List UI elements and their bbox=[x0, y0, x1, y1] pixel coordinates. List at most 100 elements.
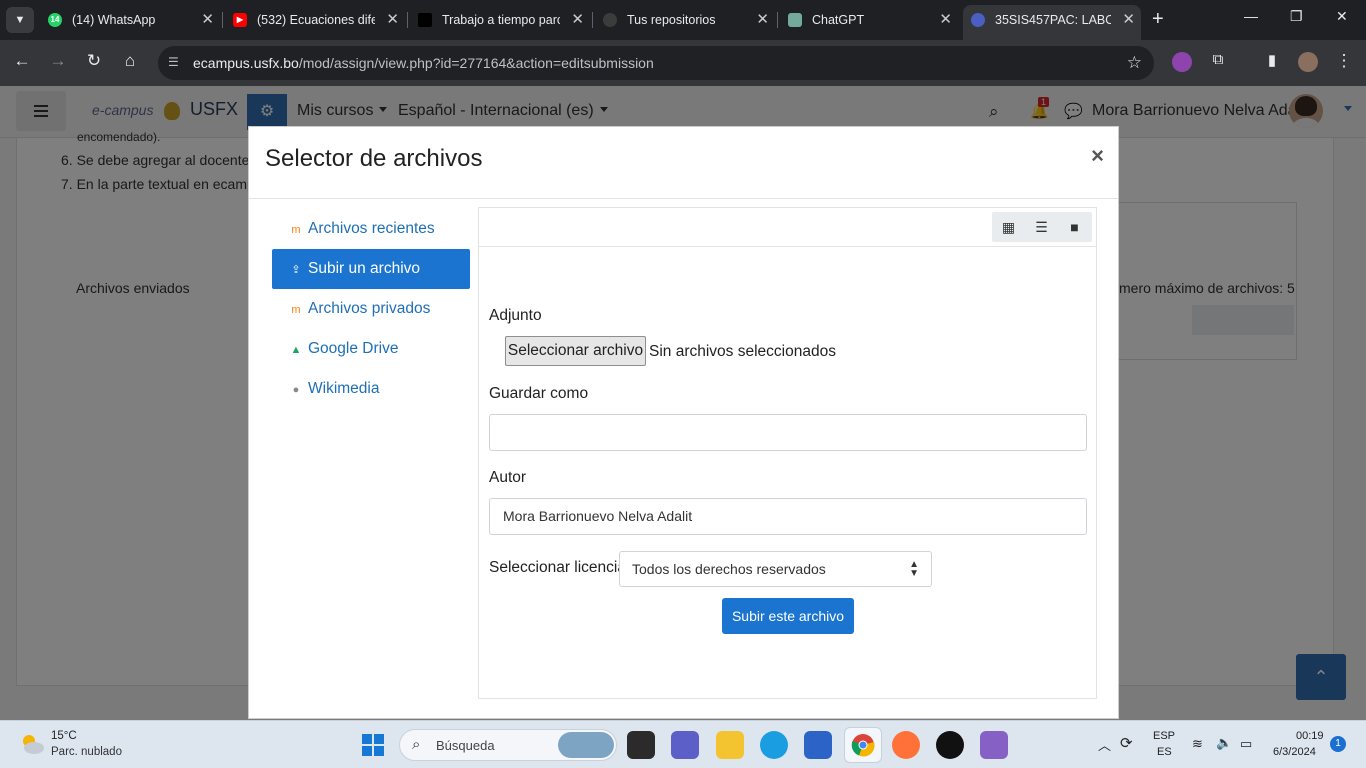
weather-partly-cloudy-icon[interactable] bbox=[18, 731, 46, 757]
close-icon[interactable]: ✕ bbox=[201, 5, 214, 35]
repo-label: Google Drive bbox=[308, 340, 399, 357]
tab-title: (14) WhatsApp bbox=[72, 13, 156, 27]
extensions-puzzle-icon[interactable]: ⧉ bbox=[1206, 51, 1230, 68]
browser-toolbar: ← → ↻ ⌂ ☰ ecampus.usfx.bo/mod/assign/vie… bbox=[0, 40, 1366, 86]
reload-button[interactable]: ↻ bbox=[82, 51, 106, 71]
upload-icon: ⇪ bbox=[291, 264, 301, 276]
volume-icon[interactable]: 🔈 bbox=[1216, 735, 1232, 751]
close-icon[interactable]: ✕ bbox=[386, 5, 399, 35]
upload-file-button[interactable]: Subir este archivo bbox=[722, 598, 854, 634]
microsoft-store-icon[interactable] bbox=[804, 731, 832, 759]
new-tab-button[interactable]: + bbox=[1152, 8, 1164, 31]
select-arrows-icon: ▲ ▼ bbox=[909, 559, 919, 579]
windows-start-icon[interactable] bbox=[362, 734, 384, 756]
license-label: Seleccionar licencia bbox=[489, 559, 626, 576]
repo-google-drive[interactable]: ▲ Google Drive bbox=[272, 329, 470, 369]
moodle-icon: m bbox=[291, 304, 301, 316]
repo-label: Archivos privados bbox=[308, 300, 431, 317]
input-region[interactable]: ES bbox=[1157, 746, 1172, 758]
chrome-icon bbox=[851, 734, 875, 757]
visual-studio-icon[interactable] bbox=[980, 731, 1008, 759]
teams-icon[interactable] bbox=[671, 731, 699, 759]
repo-label: Subir un archivo bbox=[308, 260, 421, 277]
minimize-button[interactable]: — bbox=[1244, 8, 1258, 24]
grid-view-icon[interactable]: ▦ bbox=[992, 212, 1025, 242]
repo-wikimedia[interactable]: ● Wikimedia bbox=[272, 369, 470, 409]
tab-title: 35SIS457PAC: LABOR bbox=[995, 13, 1111, 27]
weather-temperature: 15°C bbox=[51, 730, 77, 742]
folder-view-icon[interactable]: ■ bbox=[1058, 212, 1091, 242]
close-icon[interactable]: × bbox=[1091, 143, 1104, 169]
task-view-icon[interactable] bbox=[627, 731, 655, 759]
weather-description: Parc. nublado bbox=[51, 746, 122, 758]
moodle-icon: m bbox=[291, 224, 301, 236]
repo-upload-file[interactable]: ⇪ Subir un archivo bbox=[272, 249, 470, 289]
search-icon: ⌕ bbox=[412, 736, 421, 753]
restore-button[interactable]: ❐ bbox=[1290, 8, 1303, 25]
extension-icon[interactable] bbox=[1172, 52, 1192, 72]
tab-chatgpt[interactable]: ChatGPT ✕ bbox=[780, 5, 958, 35]
tab-separator bbox=[592, 12, 593, 28]
firefox-icon[interactable] bbox=[892, 731, 920, 759]
tab-ecampus-active[interactable]: 35SIS457PAC: LABOR ✕ bbox=[963, 5, 1141, 40]
back-button[interactable]: ← bbox=[10, 51, 34, 71]
browser-tab-strip: ▼ 14 (14) WhatsApp ✕ ▶ (532) Ecuaciones … bbox=[0, 0, 1366, 40]
taskbar-search[interactable]: ⌕ Búsqueda bbox=[399, 729, 617, 761]
notification-center-badge[interactable]: 1 bbox=[1330, 736, 1346, 752]
whatsapp-icon: 14 bbox=[48, 13, 62, 27]
input-language[interactable]: ESP bbox=[1153, 730, 1175, 742]
tray-overflow-icon[interactable]: ︿ bbox=[1098, 735, 1111, 754]
save-as-label: Guardar como bbox=[489, 385, 589, 402]
repo-label: Wikimedia bbox=[308, 380, 380, 397]
tab-github[interactable]: Tus repositorios ✕ bbox=[595, 5, 775, 35]
close-icon[interactable]: ✕ bbox=[756, 5, 769, 35]
battery-icon[interactable]: ▭ bbox=[1240, 736, 1252, 752]
chrome-taskbar-button[interactable] bbox=[844, 727, 882, 763]
wifi-icon[interactable]: ≋ bbox=[1192, 736, 1203, 752]
choose-file-button[interactable]: Seleccionar archivo bbox=[505, 336, 646, 366]
close-window-button[interactable]: ✕ bbox=[1336, 8, 1348, 25]
youtube-icon: ▶ bbox=[233, 13, 247, 27]
sync-icon[interactable]: ⟳ bbox=[1120, 734, 1133, 752]
tab-separator bbox=[407, 12, 408, 28]
unreal-engine-icon[interactable] bbox=[936, 731, 964, 759]
google-drive-icon: ▲ bbox=[290, 344, 302, 356]
tab-youtube[interactable]: ▶ (532) Ecuaciones dife ✕ bbox=[225, 5, 405, 35]
wikimedia-icon: ● bbox=[292, 384, 300, 396]
close-icon[interactable]: ✕ bbox=[939, 5, 952, 35]
chatgpt-icon bbox=[788, 13, 802, 27]
repo-recent-files[interactable]: m Archivos recientes bbox=[272, 209, 470, 249]
home-button[interactable]: ⌂ bbox=[118, 51, 142, 71]
modal-header: Selector de archivos × bbox=[249, 127, 1118, 199]
site-info-icon[interactable]: ☰ bbox=[168, 55, 184, 71]
chrome-menu-icon[interactable]: ⋮ bbox=[1332, 51, 1356, 71]
search-highlight-image bbox=[558, 732, 614, 758]
url-text: ecampus.usfx.bo/mod/assign/view.php?id=2… bbox=[193, 55, 654, 71]
close-icon[interactable]: ✕ bbox=[571, 5, 584, 35]
upload-form: Adjunto Seleccionar archivo Sin archivos… bbox=[478, 247, 1097, 699]
file-explorer-icon[interactable] bbox=[716, 731, 744, 759]
clock-date[interactable]: 6/3/2024 bbox=[1273, 746, 1316, 758]
close-icon[interactable]: ✕ bbox=[1122, 5, 1135, 35]
clock-time[interactable]: 00:19 bbox=[1296, 730, 1324, 742]
tab-separator bbox=[222, 12, 223, 28]
tab-search-button[interactable]: ▼ bbox=[6, 7, 34, 33]
tab-job[interactable]: Trabajo a tiempo parc ✕ bbox=[410, 5, 590, 35]
license-select[interactable]: Todos los derechos reservados ▲ ▼ bbox=[619, 551, 932, 587]
tab-title: Trabajo a tiempo parc bbox=[442, 13, 560, 27]
address-bar[interactable]: ☰ ecampus.usfx.bo/mod/assign/view.php?id… bbox=[158, 46, 1154, 80]
tab-separator bbox=[777, 12, 778, 28]
save-as-input[interactable] bbox=[489, 414, 1087, 451]
tab-whatsapp[interactable]: 14 (14) WhatsApp ✕ bbox=[40, 5, 220, 35]
side-panel-icon[interactable]: ▮ bbox=[1260, 51, 1284, 69]
list-view-icon[interactable]: ☰ bbox=[1025, 212, 1058, 242]
license-selected-value: Todos los derechos reservados bbox=[632, 561, 826, 577]
modal-title: Selector de archivos bbox=[265, 145, 483, 172]
bookmark-star-icon[interactable]: ☆ bbox=[1127, 53, 1142, 73]
author-input[interactable]: Mora Barrionuevo Nelva Adalit bbox=[489, 498, 1087, 535]
forward-button[interactable]: → bbox=[46, 51, 70, 71]
attachment-label: Adjunto bbox=[489, 307, 542, 324]
profile-avatar[interactable] bbox=[1298, 52, 1318, 72]
repo-private-files[interactable]: m Archivos privados bbox=[272, 289, 470, 329]
edge-icon[interactable] bbox=[760, 731, 788, 759]
